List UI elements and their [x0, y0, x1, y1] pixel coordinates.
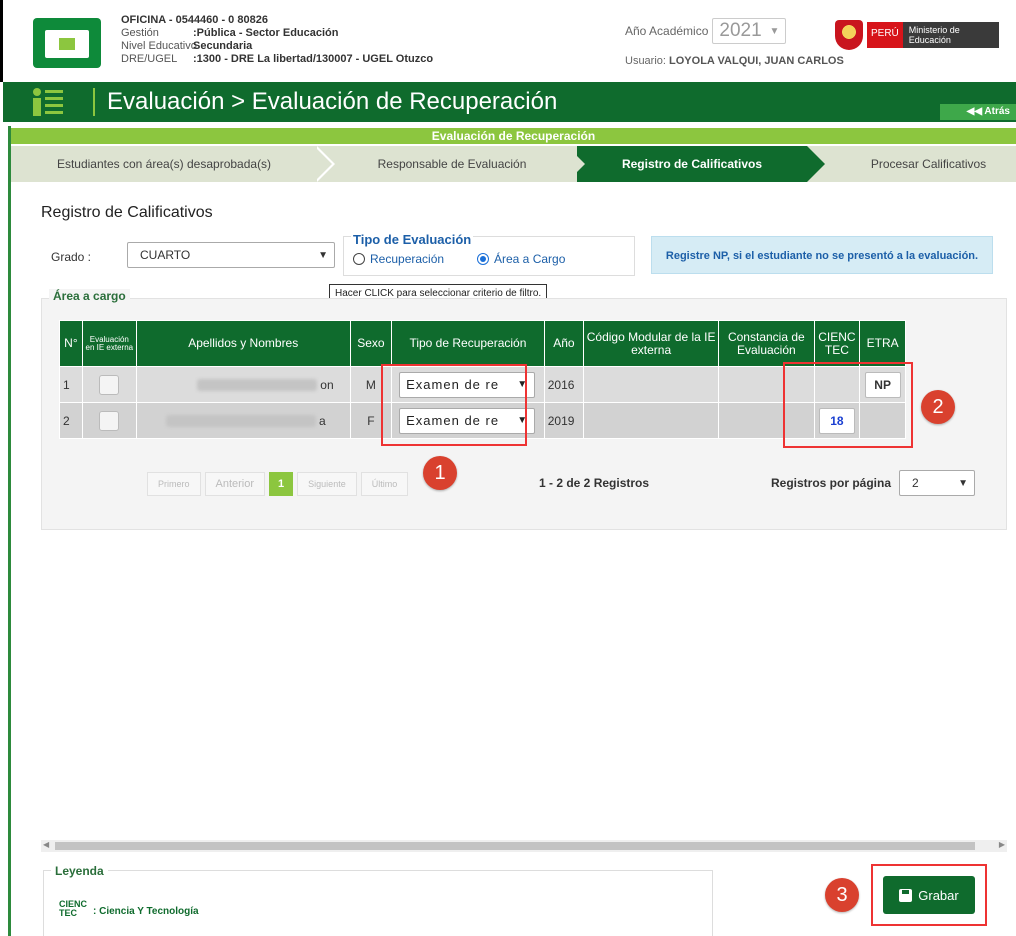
step-badge-3: 3	[825, 878, 859, 912]
main-content: Evaluación de Recuperación Estudiantes c…	[8, 126, 1016, 936]
highlight-grades	[783, 362, 913, 448]
grado-label: Grado :	[51, 250, 92, 264]
external-checkbox[interactable]	[99, 410, 120, 431]
page-last[interactable]: Último	[360, 472, 409, 496]
chevron-down-icon: ▼	[769, 25, 780, 37]
radio-selected-icon	[477, 253, 489, 265]
student-name-redacted	[165, 415, 316, 428]
title-bar: Evaluación > Evaluación de Recuperación …	[3, 82, 1016, 122]
codigo-cell	[583, 366, 720, 403]
page-current[interactable]: 1	[269, 472, 294, 496]
col-n: N°	[59, 320, 83, 367]
academic-year: Año Académico 2021 ▼	[625, 18, 787, 44]
scroll-left-icon[interactable]: ◀	[43, 840, 49, 849]
pagination: Primero Anterior 1 Siguiente Último	[147, 472, 409, 496]
col-etra: ETRA	[859, 320, 906, 367]
step-badge-1: 1	[423, 456, 457, 490]
col-name: Apellidos y Nombres	[135, 320, 351, 367]
page-title: Evaluación > Evaluación de Recuperación	[107, 88, 558, 115]
scrollbar-thumb[interactable]	[55, 842, 975, 850]
user-info: Usuario: LOYOLA VALQUI, JUAN CARLOS	[625, 55, 844, 67]
title-separator	[93, 88, 95, 116]
floppy-disk-icon	[899, 888, 913, 902]
wizard-steps: Estudiantes con área(s) desaprobada(s) R…	[11, 146, 1016, 182]
records-count: 1 - 2 de 2 Registros	[539, 476, 650, 490]
chevron-down-icon: ▼	[958, 477, 968, 489]
col-constancia: Constancia de Evaluación	[718, 320, 815, 367]
rows-per-page-label: Registros por página	[771, 476, 892, 490]
step-responsable[interactable]: Responsable de Evaluación	[337, 146, 567, 182]
oficina-code: OFICINA - 0544460 - 0 80826	[121, 14, 268, 26]
step-badge-2: 2	[921, 390, 955, 424]
rows-per-page-select[interactable]: 2 ▼	[899, 470, 975, 496]
page-first[interactable]: Primero	[147, 472, 201, 496]
highlight-tipo-recuperacion	[381, 364, 527, 446]
chevron-down-icon: ▼	[318, 249, 328, 261]
step-estudiantes[interactable]: Estudiantes con área(s) desaprobada(s)	[11, 146, 317, 182]
legend-box	[43, 870, 713, 936]
wizard-title: Evaluación de Recuperación	[11, 128, 1016, 144]
tipo-evaluacion-title: Tipo de Evaluación	[351, 232, 474, 247]
year-select[interactable]: 2021 ▼	[712, 18, 787, 44]
back-button[interactable]: ◀◀ Atrás	[940, 104, 1016, 120]
step-registro[interactable]: Registro de Calificativos	[577, 146, 807, 182]
student-name-redacted	[196, 379, 317, 392]
list-icon	[33, 88, 73, 116]
page-prev[interactable]: Anterior	[204, 472, 266, 496]
col-sexo: Sexo	[349, 320, 393, 367]
col-ext: Evaluación en IE externa	[81, 320, 137, 367]
top-header: OFICINA - 0544460 - 0 80826 Gestión:Públ…	[0, 0, 1016, 82]
year-label: Año Académico	[625, 24, 709, 38]
step-procesar[interactable]: Procesar Calificativos	[841, 146, 1016, 182]
radio-circle-icon	[353, 253, 365, 265]
horizontal-scrollbar[interactable]: ◀ ▶	[41, 840, 1007, 852]
col-cienc: CIENC TEC	[813, 320, 861, 367]
section-title: Registro de Calificativos	[41, 204, 213, 221]
save-button[interactable]: Grabar	[883, 876, 975, 914]
legend-abbr: CIENC TEC	[59, 899, 88, 918]
radio-area-a-cargo[interactable]: Área a Cargo	[477, 252, 565, 266]
siagie-logo	[33, 18, 101, 68]
peru-shield-icon	[835, 20, 863, 50]
col-anio: Año	[543, 320, 585, 367]
external-checkbox[interactable]	[99, 374, 120, 395]
scroll-right-icon[interactable]: ▶	[999, 840, 1005, 849]
ministerio-logo: PERÚ Ministerio de Educación	[867, 22, 999, 48]
legend-title: Leyenda	[51, 864, 108, 878]
np-info-message: Registre NP, si el estudiante no se pres…	[651, 236, 993, 274]
institution-info: OFICINA - 0544460 - 0 80826 Gestión:Públ…	[121, 14, 434, 65]
area-legend: Área a cargo	[49, 289, 130, 303]
page-next[interactable]: Siguiente	[297, 472, 357, 496]
col-tipo: Tipo de Recuperación	[391, 320, 545, 367]
radio-recuperacion[interactable]: Recuperación	[353, 252, 444, 266]
codigo-cell	[583, 402, 720, 439]
user-name: LOYOLA VALQUI, JUAN CARLOS	[669, 55, 844, 67]
legend-desc: : Ciencia Y Tecnología	[93, 906, 199, 917]
col-codigo: Código Modular de la IE externa	[583, 320, 720, 367]
grado-select[interactable]: CUARTO ▼	[127, 242, 335, 268]
